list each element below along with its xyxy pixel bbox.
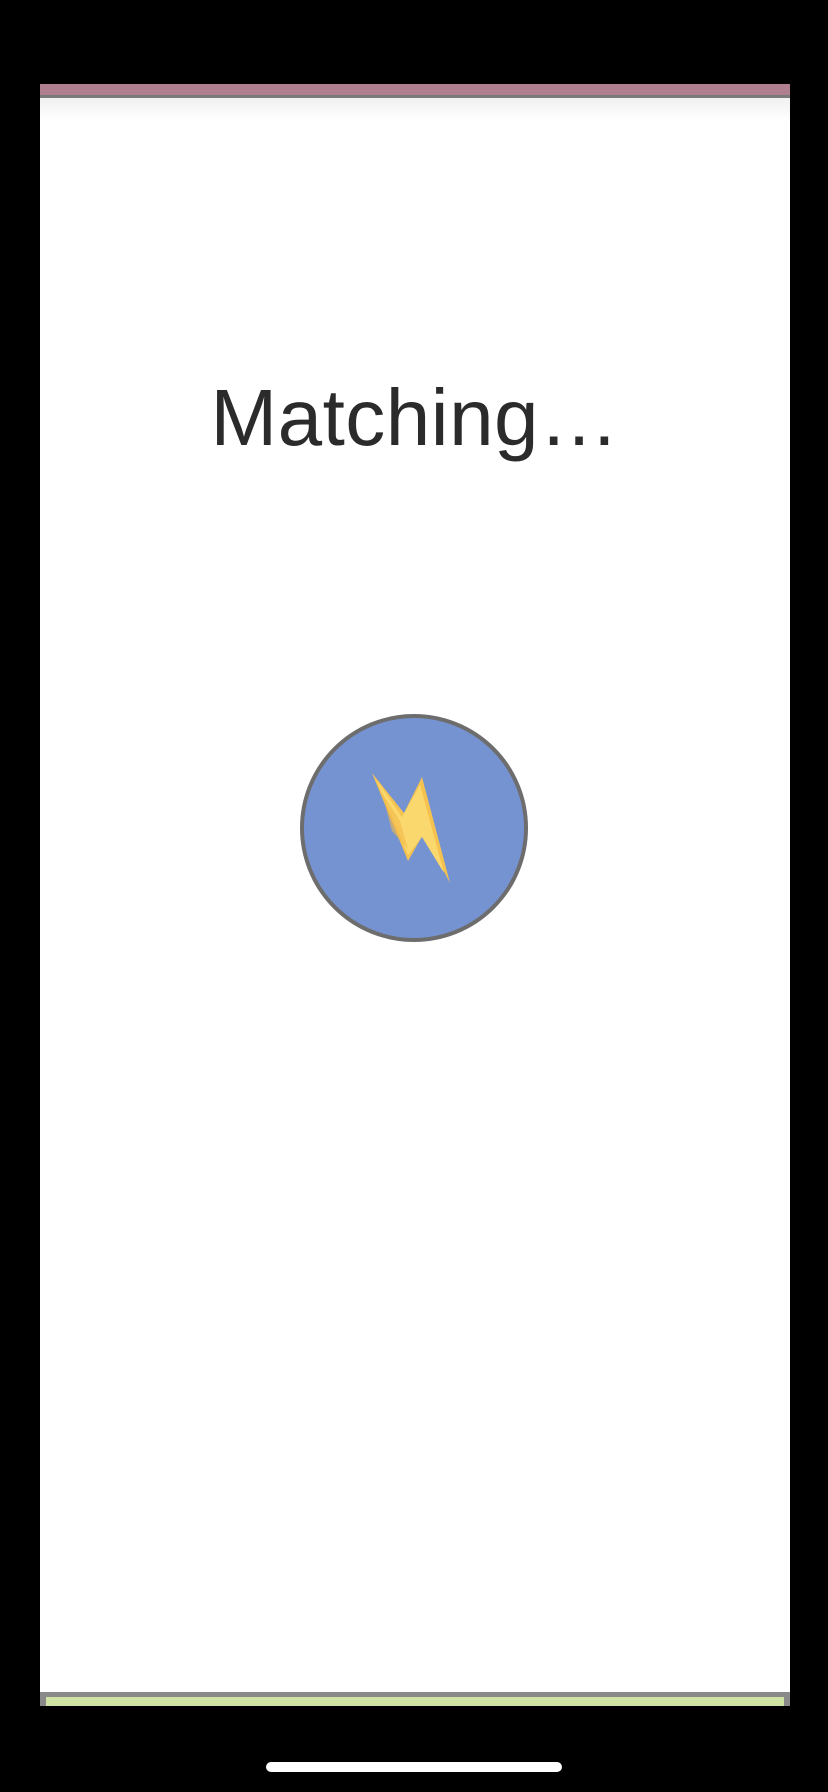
matching-panel: Matching… [40,84,790,1706]
matching-title: Matching… [210,373,620,462]
bottom-bar-fill [46,1697,784,1706]
lightning-bolt-icon [372,773,450,883]
top-bar-shadow [40,98,790,120]
bottom-color-bar [40,1692,790,1706]
home-indicator[interactable] [266,1762,562,1772]
app-screen: Matching… [0,0,828,1792]
top-color-bar [40,84,790,98]
match-button[interactable] [300,714,528,942]
